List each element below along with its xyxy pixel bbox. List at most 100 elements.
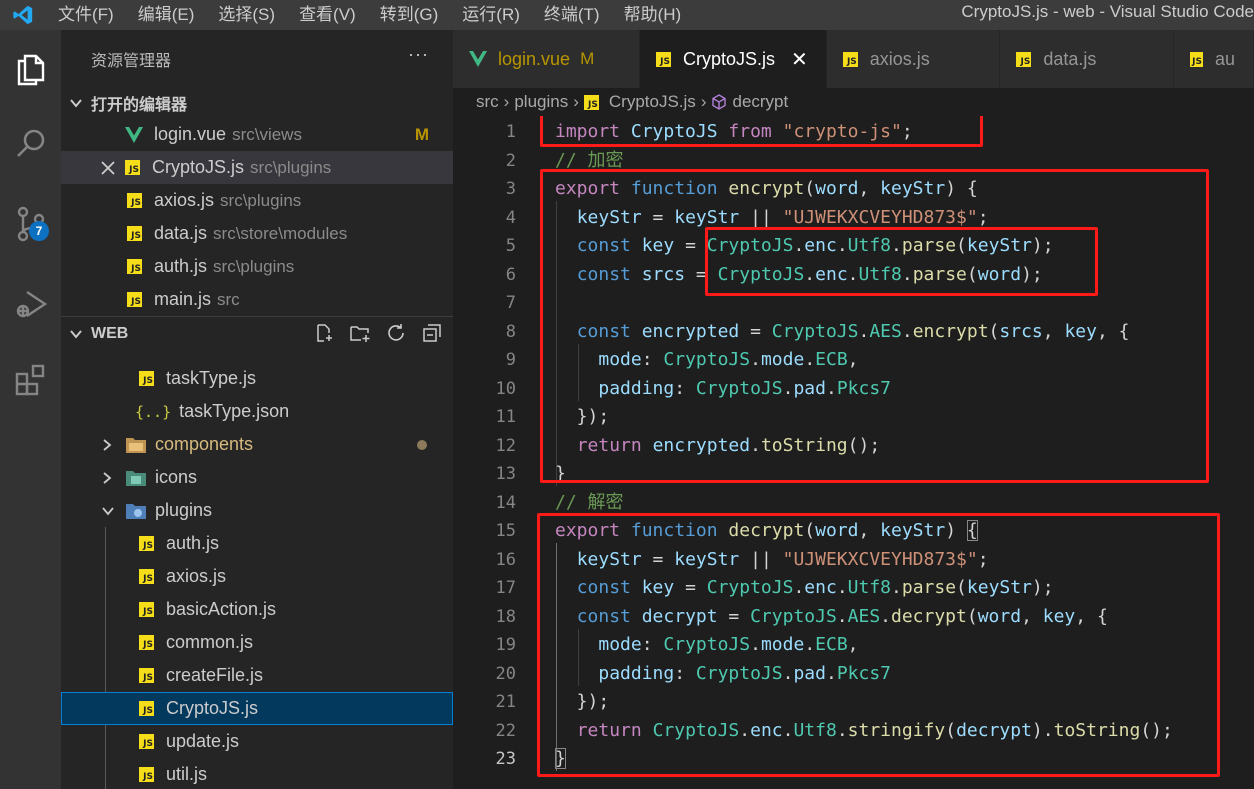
folder-icon — [125, 502, 147, 520]
tree-folder-plugins[interactable]: plugins — [61, 494, 453, 527]
open-editor-name: auth.js — [154, 256, 208, 276]
vue-icon — [469, 51, 487, 67]
tab-data[interactable]: JS data.js — [1000, 30, 1174, 88]
run-debug-icon[interactable] — [0, 274, 61, 334]
js-file-icon: JS — [127, 226, 142, 241]
chevron-right-icon — [101, 471, 125, 485]
chevron-right-icon: › — [700, 92, 707, 111]
tree-item-util[interactable]: JS util.js — [61, 758, 453, 789]
tree-item-label: plugins — [155, 500, 213, 520]
js-file-icon: JS — [127, 292, 142, 307]
breadcrumb-file[interactable]: CryptoJS.js — [609, 92, 696, 112]
tree-item-tasktype-js[interactable]: JS taskType.js — [61, 362, 453, 395]
tree-item-tasktype-json[interactable]: {..} taskType.json — [61, 395, 453, 428]
chevron-right-icon — [101, 438, 125, 452]
tree-item-basicaction[interactable]: JS basicAction.js — [61, 593, 453, 626]
js-file-icon: JS — [139, 635, 154, 650]
line-number: 21 — [495, 692, 516, 712]
chevron-down-icon — [101, 504, 125, 518]
tree-item-update[interactable]: JS update.js — [61, 725, 453, 758]
tree-item-label: taskType.js — [166, 368, 257, 388]
js-file-icon: JS — [125, 160, 140, 175]
source-control-icon[interactable]: 7 — [0, 194, 61, 254]
more-actions-icon[interactable]: ··· — [408, 44, 429, 65]
search-icon[interactable] — [0, 114, 61, 174]
tree-folder-icons[interactable]: icons — [61, 461, 453, 494]
close-icon[interactable] — [101, 160, 125, 175]
open-editor-item-axios[interactable]: JS axios.js src\plugins — [61, 184, 453, 217]
explorer-icon[interactable] — [0, 38, 61, 98]
line-number: 4 — [505, 207, 516, 228]
line-number: 2 — [505, 150, 516, 171]
tab-cryptojs[interactable]: JS CryptoJS.js ✕ — [639, 30, 827, 88]
tab-axios[interactable]: JS axios.js — [826, 30, 1001, 88]
explorer-header: 资源管理器 ··· — [61, 30, 453, 87]
menu-view[interactable]: 查看(V) — [287, 0, 368, 30]
function-symbol-icon — [711, 94, 727, 110]
highlight-box-decrypt — [537, 513, 1220, 777]
tree-item-label: common.js — [166, 632, 254, 652]
tab-label: CryptoJS.js — [682, 48, 776, 69]
menu-file[interactable]: 文件(F) — [46, 0, 126, 30]
highlight-box-import — [540, 116, 983, 147]
highlight-box-encrypt — [540, 169, 1209, 483]
tree-item-label: icons — [155, 467, 198, 487]
open-editor-item-auth[interactable]: JS auth.js src\plugins — [61, 250, 453, 283]
menu-edit[interactable]: 编辑(E) — [126, 0, 207, 30]
tree-item-createfile[interactable]: JS createFile.js — [61, 659, 453, 692]
menu-terminal[interactable]: 终端(T) — [532, 0, 612, 30]
line-number: 23 — [495, 749, 516, 769]
tree-item-axios[interactable]: JS axios.js — [61, 560, 453, 593]
plugins-children: JS auth.js JS axios.js JS basicAction.js… — [61, 527, 453, 789]
js-file-icon: JS — [127, 193, 142, 208]
tree-scroll-partial — [61, 350, 453, 362]
breadcrumb-plugins[interactable]: plugins — [514, 92, 568, 112]
js-file-icon: JS — [139, 371, 154, 386]
extensions-icon[interactable] — [0, 350, 61, 410]
menu-help[interactable]: 帮助(H) — [612, 0, 694, 30]
new-file-icon[interactable] — [313, 322, 335, 344]
js-file-icon: JS — [655, 51, 671, 67]
js-file-icon: JS — [842, 51, 858, 67]
open-editor-name: axios.js — [154, 190, 215, 210]
breadcrumb-symbol[interactable]: decrypt — [732, 92, 788, 112]
breadcrumb-src[interactable]: src — [476, 92, 499, 112]
tab-login-vue[interactable]: login.vue M — [453, 30, 640, 88]
tree-folder-components[interactable]: components — [61, 428, 453, 461]
open-editor-item-main[interactable]: JS main.js src — [61, 283, 453, 316]
refresh-icon[interactable] — [385, 322, 407, 344]
tree-item-auth[interactable]: JS auth.js — [61, 527, 453, 560]
tree-item-label: CryptoJS.js — [166, 698, 259, 718]
open-editor-item-data[interactable]: JS data.js src\store\modules — [61, 217, 453, 250]
line-number: 3 — [505, 179, 516, 199]
chevron-right-icon: › — [573, 92, 579, 111]
open-editor-path: src\views — [232, 124, 302, 144]
tab-auth[interactable]: JS au — [1174, 30, 1254, 88]
json-file-icon: {..} — [135, 402, 172, 421]
vue-icon — [125, 126, 143, 143]
source-control-badge: 7 — [29, 221, 49, 241]
new-folder-icon[interactable] — [349, 322, 371, 344]
line-number: 5 — [505, 236, 516, 256]
workspace-section[interactable]: WEB — [61, 316, 453, 350]
tree-item-label: update.js — [166, 731, 240, 751]
menu-run[interactable]: 运行(R) — [450, 0, 532, 30]
open-editor-item-cryptojs[interactable]: JS CryptoJS.js src\plugins — [61, 151, 453, 184]
tree-item-common[interactable]: JS common.js — [61, 626, 453, 659]
open-editors-section[interactable]: 打开的编辑器 — [61, 87, 453, 118]
highlight-box-parse — [705, 227, 1098, 296]
open-editor-name: data.js — [154, 223, 208, 243]
line-number: 17 — [495, 578, 516, 598]
open-editor-item-login-vue[interactable]: login.vue src\views M — [61, 118, 453, 151]
js-file-icon: JS — [139, 734, 154, 749]
activity-bar: 7 — [0, 30, 61, 789]
tree-item-cryptojs[interactable]: JS CryptoJS.js — [61, 692, 453, 725]
menu-selection[interactable]: 选择(S) — [206, 0, 287, 30]
js-file-icon: JS — [139, 701, 154, 716]
code-editor[interactable]: 1 import CryptoJS from "crypto-js"; 2// 加… — [453, 116, 1254, 789]
menu-go[interactable]: 转到(G) — [368, 0, 451, 30]
collapse-all-icon[interactable] — [421, 322, 443, 344]
close-icon[interactable]: ✕ — [791, 47, 808, 72]
workspace-title: WEB — [91, 324, 129, 342]
folder-icon — [125, 469, 147, 487]
